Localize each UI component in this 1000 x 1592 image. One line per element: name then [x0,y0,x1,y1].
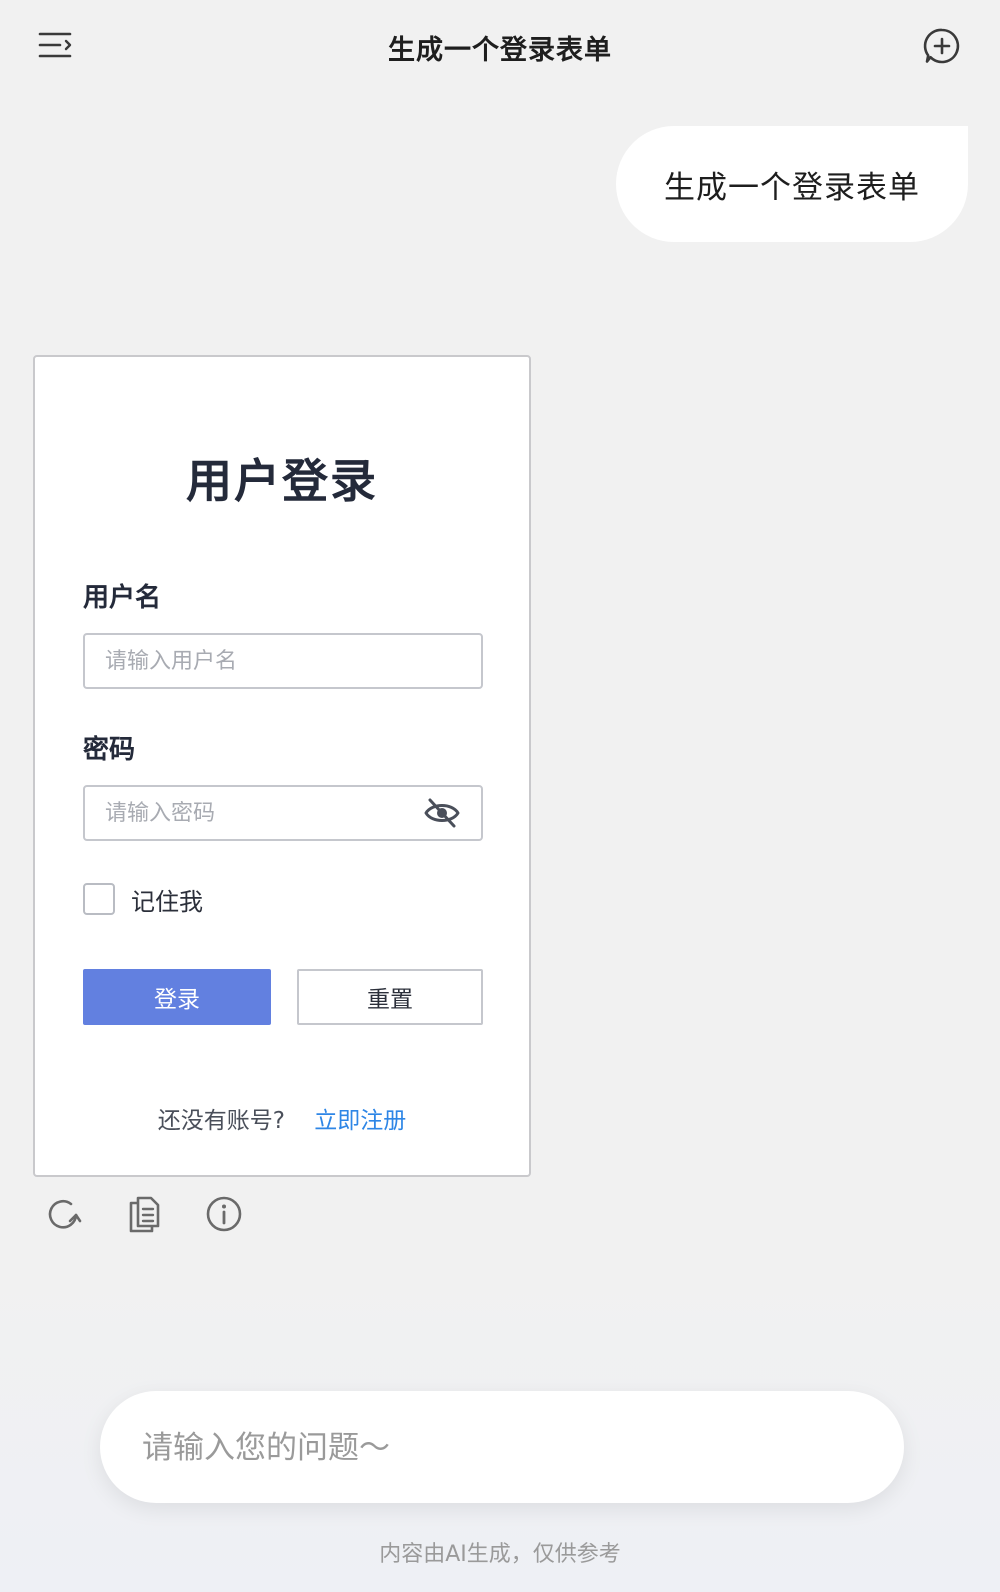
user-message-bubble: 生成一个登录表单 [616,126,968,242]
password-label: 密码 [83,735,136,765]
page-title: 生成一个登录表单 [388,35,612,66]
copy-icon[interactable] [124,1194,164,1234]
register-link[interactable]: 立即注册 [314,1108,406,1134]
ai-disclaimer: 内容由AI生成，仅供参考 [379,1542,621,1567]
register-prompt: 还没有账号? [157,1108,285,1134]
chat-app: 生成一个登录表单 生成一个登录表单 用户登录 用户名 密码 记住我 登录 重置 [0,0,1000,1592]
top-bar: 生成一个登录表单 [0,0,1000,90]
form-title: 用户登录 [186,454,378,508]
question-input[interactable] [140,1391,864,1505]
register-row: 还没有账号? 立即注册 [35,1101,529,1135]
eye-off-icon[interactable] [423,795,461,831]
composer [100,1391,904,1505]
username-input[interactable] [83,633,483,689]
reset-button[interactable]: 重置 [297,969,483,1025]
refresh-icon[interactable] [44,1194,84,1234]
username-label: 用户名 [83,583,162,613]
login-form-card: 用户登录 用户名 密码 记住我 登录 重置 还没有账号? 立即注册 [33,355,531,1177]
login-button[interactable]: 登录 [83,969,271,1025]
remember-me-label[interactable]: 记住我 [131,882,203,917]
info-icon[interactable] [204,1194,244,1234]
new-chat-icon[interactable] [922,26,962,66]
remember-me-checkbox[interactable] [83,883,115,915]
